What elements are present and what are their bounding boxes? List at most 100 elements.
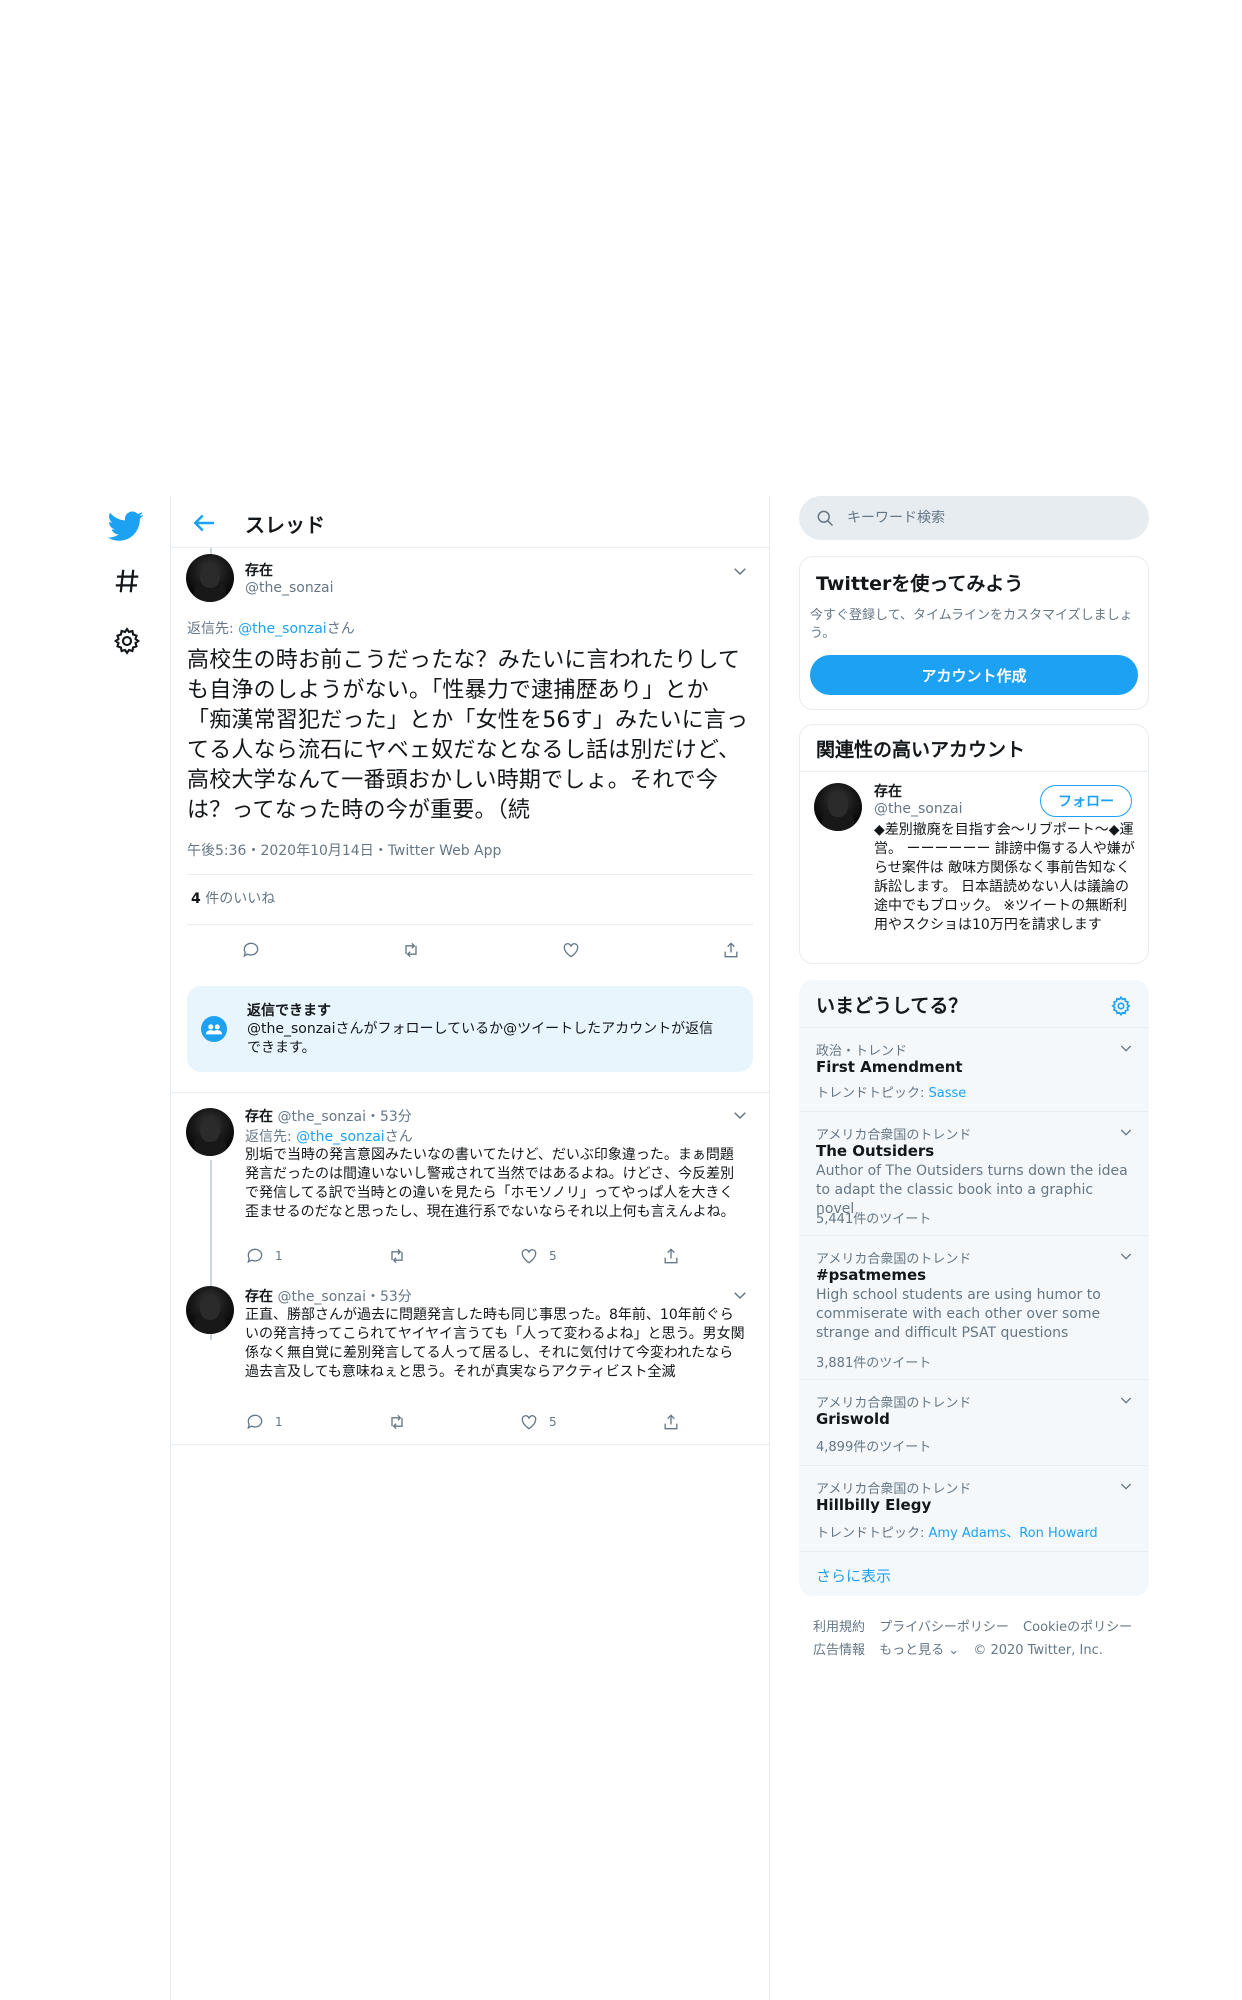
like-icon[interactable] [561, 940, 581, 960]
author-name[interactable]: 存在 [245, 560, 273, 580]
page-title: スレッド [245, 513, 325, 537]
trend-name: First Amendment [816, 1058, 963, 1076]
tweet-text: 正直、勝部さんが過去に問題発言した時も同じ事思った。8年前、10年前ぐらいの発言… [245, 1307, 745, 1380]
author-name[interactable]: 存在 [245, 1289, 273, 1305]
chevron-down-icon[interactable] [1118, 1124, 1134, 1140]
chevron-down-icon[interactable] [731, 562, 749, 580]
divider [187, 874, 753, 875]
related-handle[interactable]: @the_sonzai [874, 801, 963, 817]
divider [800, 771, 1148, 772]
search-input[interactable] [847, 506, 1127, 530]
tweet-actions [241, 940, 741, 960]
chevron-down-icon[interactable] [731, 1286, 749, 1304]
trends-title: いまどうしてる？ [816, 995, 968, 1017]
author-name[interactable]: 存在 [245, 1109, 273, 1125]
footer-link-cookies[interactable]: Cookieのポリシー [1023, 1620, 1132, 1635]
twitter-bird-icon[interactable] [108, 508, 144, 544]
show-more-link[interactable]: さらに表示 [816, 1565, 891, 1586]
trend-topic: トレンドトピック: Amy Adams、Ron Howard [816, 1526, 1098, 1541]
avatar[interactable] [186, 1108, 234, 1156]
retweet-icon[interactable] [387, 1412, 519, 1432]
trend-count: 3,881件のツイート [816, 1356, 932, 1371]
arrow-left-icon[interactable] [189, 508, 219, 538]
author-handle[interactable]: @the_sonzai [277, 1289, 366, 1305]
footer-row: 利用規約 プライバシーポリシー Cookieのポリシー [813, 1616, 1143, 1639]
trend-topic: トレンドトピック: Sasse [816, 1086, 967, 1101]
trend-name: Hillbilly Elegy [816, 1496, 932, 1514]
chevron-down-icon[interactable] [1118, 1248, 1134, 1264]
tweet-actions: 1 5 [245, 1412, 681, 1432]
reply-time[interactable]: ・53分 [366, 1109, 412, 1125]
reply-restriction-notice: 返信できます @the_sonzaiさんがフォローしているか@ツイートしたアカウ… [187, 986, 753, 1072]
reply-to-handle[interactable]: @the_sonzai [296, 1129, 385, 1145]
reply-to-line: 返信先: @the_sonzaiさん [187, 621, 355, 637]
retweet-icon[interactable] [387, 1246, 519, 1266]
reply-time[interactable]: ・53分 [366, 1289, 412, 1305]
divider [171, 1092, 769, 1093]
reply-tweet[interactable]: 存在 @the_sonzai・53分 正直、勝部さんが過去に問題発言した時も同じ… [171, 1286, 769, 1442]
gear-icon[interactable] [1110, 995, 1132, 1017]
trend-context: アメリカ合衆国のトレンド [816, 1396, 972, 1411]
footer-link-ads[interactable]: 広告情報 [813, 1643, 865, 1658]
likes-count[interactable]: 4 件のいいね [191, 888, 275, 908]
share-icon[interactable] [661, 1412, 681, 1432]
hashtag-icon[interactable] [112, 566, 142, 596]
trend-item[interactable]: アメリカ合衆国のトレンド #psatmemes High school stud… [800, 1235, 1148, 1379]
gear-icon[interactable] [112, 626, 142, 656]
share-icon[interactable] [661, 1246, 681, 1266]
divider [171, 1444, 769, 1445]
reply-button[interactable]: 1 [245, 1412, 387, 1432]
author-handle[interactable]: @the_sonzai [277, 1109, 366, 1125]
trend-name: #psatmemes [816, 1266, 927, 1284]
tweet-text: 別垢で当時の発言意図みたいなの書いてたけど、だいぶ印象違った。まぁ問題発言だった… [245, 1147, 735, 1220]
trend-context: アメリカ合衆国のトレンド [816, 1252, 972, 1267]
trend-item[interactable]: アメリカ合衆国のトレンド Hillbilly Elegy トレンドトピック: A… [800, 1465, 1148, 1551]
trend-name: Griswold [816, 1410, 890, 1428]
chevron-down-icon[interactable] [1118, 1478, 1134, 1494]
signup-card: Twitterを使ってみよう 今すぐ登録して、タイムラインをカスタマイズしましょ… [799, 556, 1149, 710]
search-box[interactable] [799, 496, 1149, 540]
avatar[interactable] [186, 554, 234, 602]
people-icon [201, 1016, 227, 1042]
like-button[interactable]: 5 [519, 1246, 661, 1266]
retweet-icon[interactable] [401, 940, 421, 960]
reply-to-handle[interactable]: @the_sonzai [238, 621, 327, 637]
trend-description: High school students are using humor to … [816, 1287, 1101, 1341]
trend-name: The Outsiders [816, 1142, 935, 1160]
footer: 利用規約 プライバシーポリシー Cookieのポリシー 広告情報 もっと見る ⌄… [813, 1616, 1143, 1662]
like-icon [521, 1249, 537, 1264]
reply-tweet[interactable]: 存在 @the_sonzai・53分 返信先: @the_sonzaiさん 別垢… [171, 1100, 769, 1340]
reply-header: 存在 @the_sonzai・53分 [245, 1106, 412, 1126]
footer-link-more[interactable]: もっと見る ⌄ [879, 1643, 959, 1658]
chevron-down-icon[interactable] [1118, 1392, 1134, 1408]
like-button[interactable]: 5 [519, 1412, 661, 1432]
footer-link-terms[interactable]: 利用規約 [813, 1620, 865, 1635]
tweet-actions: 1 5 [245, 1246, 681, 1266]
trend-count: 4,899件のツイート [816, 1440, 932, 1455]
footer-link-privacy[interactable]: プライバシーポリシー [879, 1620, 1009, 1635]
share-icon[interactable] [721, 940, 741, 960]
chevron-down-icon[interactable] [731, 1106, 749, 1124]
divider [187, 924, 753, 925]
divider [800, 1551, 1148, 1552]
footer-row: 広告情報 もっと見る ⌄ © 2020 Twitter, Inc. [813, 1639, 1143, 1662]
trend-item[interactable]: アメリカ合衆国のトレンド The Outsiders Author of The… [800, 1111, 1148, 1235]
reply-header: 存在 @the_sonzai・53分 [245, 1286, 412, 1306]
avatar[interactable] [186, 1286, 234, 1334]
reply-button[interactable]: 1 [245, 1246, 387, 1266]
related-name[interactable]: 存在 [874, 781, 902, 801]
tweet-text: 高校生の時お前こうだったな？みたいに言われたりしても自浄のしようがない。「性暴力… [187, 648, 749, 823]
trend-item[interactable]: 政治・トレンド First Amendment トレンドトピック: Sasse [800, 1027, 1148, 1111]
related-bio: ◆差別撤廃を目指す会〜リブポート〜◆運営。 ーーーーーー 誹謗中傷する人や嫌がら… [874, 822, 1135, 933]
tweet-timestamp[interactable]: 午後5:36・2020年10月14日・Twitter Web App [187, 840, 501, 860]
avatar[interactable] [814, 783, 862, 831]
related-accounts-card: 関連性の高いアカウント 存在 @the_sonzai フォロー ◆差別撤廃を目指… [799, 724, 1149, 964]
author-handle[interactable]: @the_sonzai [245, 580, 334, 596]
reply-icon[interactable] [241, 940, 261, 960]
create-account-button[interactable]: アカウント作成 [810, 655, 1138, 695]
trend-item[interactable]: アメリカ合衆国のトレンド Griswold 4,899件のツイート [800, 1379, 1148, 1465]
chevron-down-icon[interactable] [1118, 1040, 1134, 1056]
reply-icon [247, 1248, 263, 1264]
trend-count: 5,441件のツイート [816, 1212, 932, 1227]
follow-button[interactable]: フォロー [1040, 785, 1132, 817]
